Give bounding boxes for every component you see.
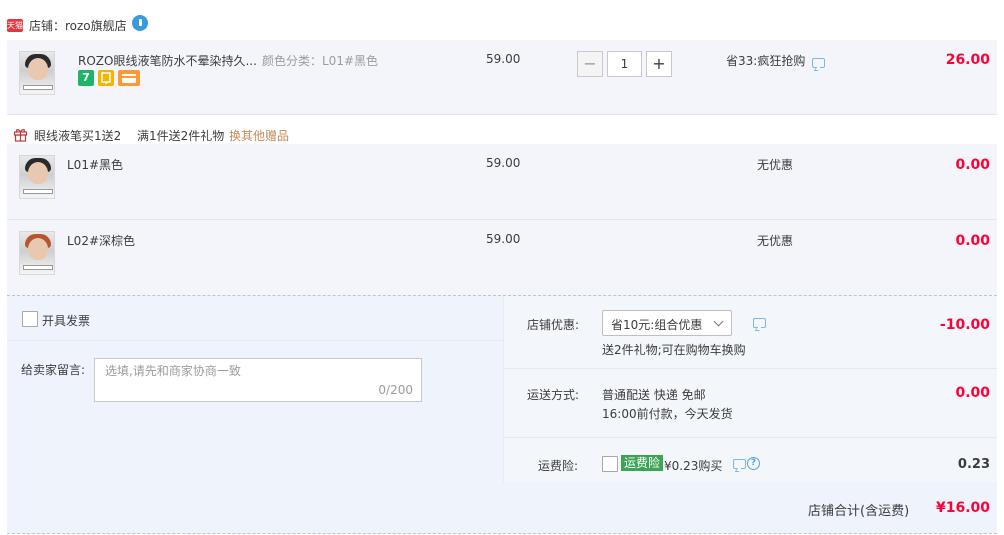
product-sku: 颜色分类：L01#黑色 [262, 54, 379, 68]
item-subtotal: 26.00 [945, 52, 990, 68]
insurance-amount: 0.23 [957, 457, 990, 472]
shipping-guarantee-icon[interactable] [98, 70, 114, 86]
promotion-info-icon[interactable] [812, 58, 825, 68]
quantity-stepper: − 1 + [577, 51, 673, 77]
divider [503, 437, 997, 438]
shipping-method: 普通配送 快递 免邮 [602, 388, 706, 402]
message-label: 给卖家留言: [21, 363, 86, 377]
insurance-price: ¥0.23购买 [664, 459, 723, 473]
gift-sku: L02#深棕色 [67, 234, 136, 248]
message-input[interactable] [105, 364, 405, 378]
gift-subtotal: 0.00 [955, 233, 990, 249]
insurance-checkbox[interactable] [602, 456, 618, 472]
message-box: 0/200 [94, 358, 422, 402]
insurance-info-icon[interactable] [733, 459, 746, 469]
chevron-down-icon [713, 316, 724, 327]
product-title-link[interactable]: ROZO眼线液笔防水不晕染持久... [78, 52, 257, 69]
gift-icon [13, 129, 28, 142]
question-icon[interactable]: ? [747, 457, 760, 470]
gift-sku: L01#黑色 [67, 158, 124, 172]
shipping-amount: 0.00 [955, 385, 990, 401]
wangwang-chat-icon[interactable] [132, 15, 148, 31]
tmall-badge: 天猫 [7, 19, 23, 32]
insurance-label: 运费险: [538, 459, 579, 473]
gift-promo-rule: 满1件送2件礼物 [137, 129, 225, 143]
discount-amount: -10.00 [939, 317, 990, 333]
discount-select[interactable]: 省10元:组合优惠 [602, 310, 732, 336]
gift-thumbnail[interactable] [19, 155, 55, 199]
shop-header: 天猫 店铺：rozo旗舰店 [0, 0, 1004, 40]
message-char-count: 0/200 [378, 383, 413, 397]
product-thumbnail[interactable] [19, 51, 55, 95]
item-promotion: 省33:疯狂抢购 [726, 54, 806, 68]
shipping-time: 16:00前付款，今天发货 [602, 407, 733, 421]
insurance-tag: 运费险 [621, 455, 664, 471]
discount-info-icon[interactable] [753, 318, 766, 328]
gift-price: 59.00 [486, 156, 521, 170]
quantity-plus-button[interactable]: + [646, 51, 672, 77]
gift-promotion: 无优惠 [757, 158, 794, 172]
unit-price: 59.00 [486, 52, 521, 66]
shop-total-amount: ¥16.00 [936, 500, 991, 516]
shop-total-label: 店铺合计(含运费) [808, 504, 910, 519]
invoice-checkbox[interactable] [22, 311, 38, 327]
discount-note: 送2件礼物;可在购物车换购 [602, 343, 746, 357]
gift-promotion: 无优惠 [757, 234, 794, 248]
quantity-input[interactable]: 1 [607, 51, 642, 77]
shipping-label: 运送方式: [527, 388, 580, 402]
gift-subtotal: 0.00 [955, 157, 990, 173]
gift-promo-title: 眼线液笔买1送2 [34, 129, 122, 143]
divider [7, 340, 503, 341]
gift-thumbnail[interactable] [19, 231, 55, 275]
shop-name-link[interactable]: 店铺：rozo旗舰店 [29, 17, 127, 34]
invoice-label: 开具发票 [42, 314, 91, 328]
gift-price: 59.00 [486, 232, 521, 246]
quantity-minus-button[interactable]: − [577, 51, 603, 77]
credit-card-icon[interactable] [118, 70, 140, 86]
discount-label: 店铺优惠: [527, 318, 580, 332]
seven-day-return-icon[interactable]: 7 [78, 70, 94, 86]
divider [503, 368, 997, 369]
discount-selected-value: 省10元:组合优惠 [611, 318, 703, 332]
change-gift-link[interactable]: 换其他赠品 [229, 127, 289, 144]
